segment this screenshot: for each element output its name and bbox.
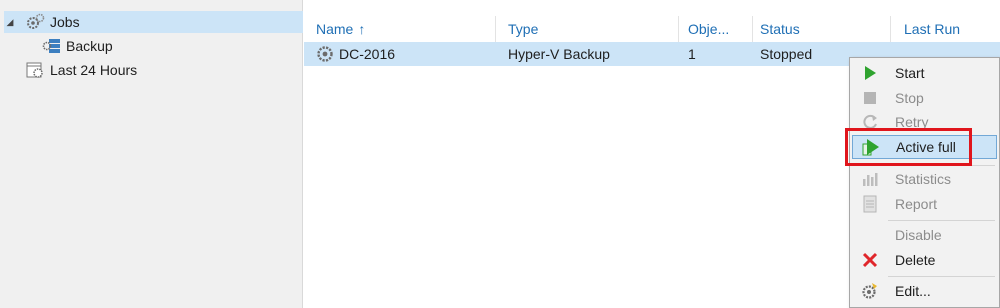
column-header-objects[interactable]: Obje...	[682, 16, 753, 42]
menu-item-label: Edit...	[895, 283, 931, 299]
tree-item-jobs[interactable]: ◢ Jobs	[4, 11, 303, 33]
menu-item-stop[interactable]: Stop	[852, 86, 997, 110]
collapse-arrow-icon[interactable]: ◢	[4, 17, 16, 28]
job-name: DC-2016	[339, 46, 396, 62]
menu-item-start[interactable]: Start	[852, 61, 997, 85]
menu-separator	[888, 276, 995, 277]
column-header-name[interactable]: Name ↑	[310, 16, 496, 42]
menu-item-report[interactable]: Report	[852, 192, 997, 216]
menu-item-label: Report	[895, 196, 938, 212]
edit-gear-icon	[860, 281, 880, 301]
list-header: Name ↑ Type Obje... Status Last Run	[304, 16, 1000, 42]
menu-item-disable[interactable]: Disable	[852, 223, 997, 247]
menu-item-edit[interactable]: Edit...	[852, 279, 997, 303]
cell-status: Stopped	[754, 42, 812, 66]
navigation-tree: ◢ Jobs Backup Last 24 Hours	[0, 0, 303, 308]
play-icon	[860, 63, 880, 83]
column-label: Obje...	[688, 21, 730, 37]
sort-ascending-icon: ↑	[358, 21, 366, 37]
job-status: Stopped	[760, 46, 813, 62]
menu-item-label: Disable	[895, 227, 942, 243]
menu-item-label: Delete	[895, 252, 936, 268]
tree-item-last-24-hours[interactable]: Last 24 Hours	[26, 59, 137, 81]
column-label: Last Run	[904, 21, 961, 37]
menu-item-label: Statistics	[895, 171, 952, 187]
statistics-icon	[860, 169, 880, 189]
menu-item-statistics[interactable]: Statistics	[852, 167, 997, 191]
tree-item-label: Last 24 Hours	[50, 62, 138, 78]
column-header-last-run[interactable]: Last Run	[898, 16, 998, 42]
column-label: Name	[316, 21, 354, 37]
callout-highlight-frame	[845, 128, 972, 166]
tree-item-label: Backup	[66, 38, 113, 54]
column-header-type[interactable]: Type	[502, 16, 679, 42]
delete-icon	[860, 250, 880, 270]
column-header-status[interactable]: Status	[754, 16, 891, 42]
menu-item-delete[interactable]: Delete	[852, 248, 997, 272]
job-type: Hyper-V Backup	[508, 46, 610, 62]
menu-item-label: Start	[895, 65, 925, 81]
calendar-gear-icon	[26, 61, 46, 79]
gears-icon	[26, 13, 46, 31]
tree-item-label: Jobs	[50, 14, 80, 30]
cell-objects: 1	[682, 42, 696, 66]
stop-icon	[860, 88, 880, 108]
cell-type: Hyper-V Backup	[502, 42, 610, 66]
job-objects: 1	[688, 46, 696, 62]
report-icon	[860, 194, 880, 214]
cell-name: DC-2016	[310, 42, 395, 66]
job-gear-icon	[316, 45, 334, 63]
tree-item-backup[interactable]: Backup	[42, 35, 113, 57]
column-label: Type	[508, 21, 539, 37]
menu-separator	[888, 220, 995, 221]
column-label: Status	[760, 21, 800, 37]
context-menu: Start Stop Retry Active full Statistics …	[849, 57, 1000, 308]
menu-item-label: Stop	[895, 90, 924, 106]
backup-job-icon	[42, 37, 62, 55]
